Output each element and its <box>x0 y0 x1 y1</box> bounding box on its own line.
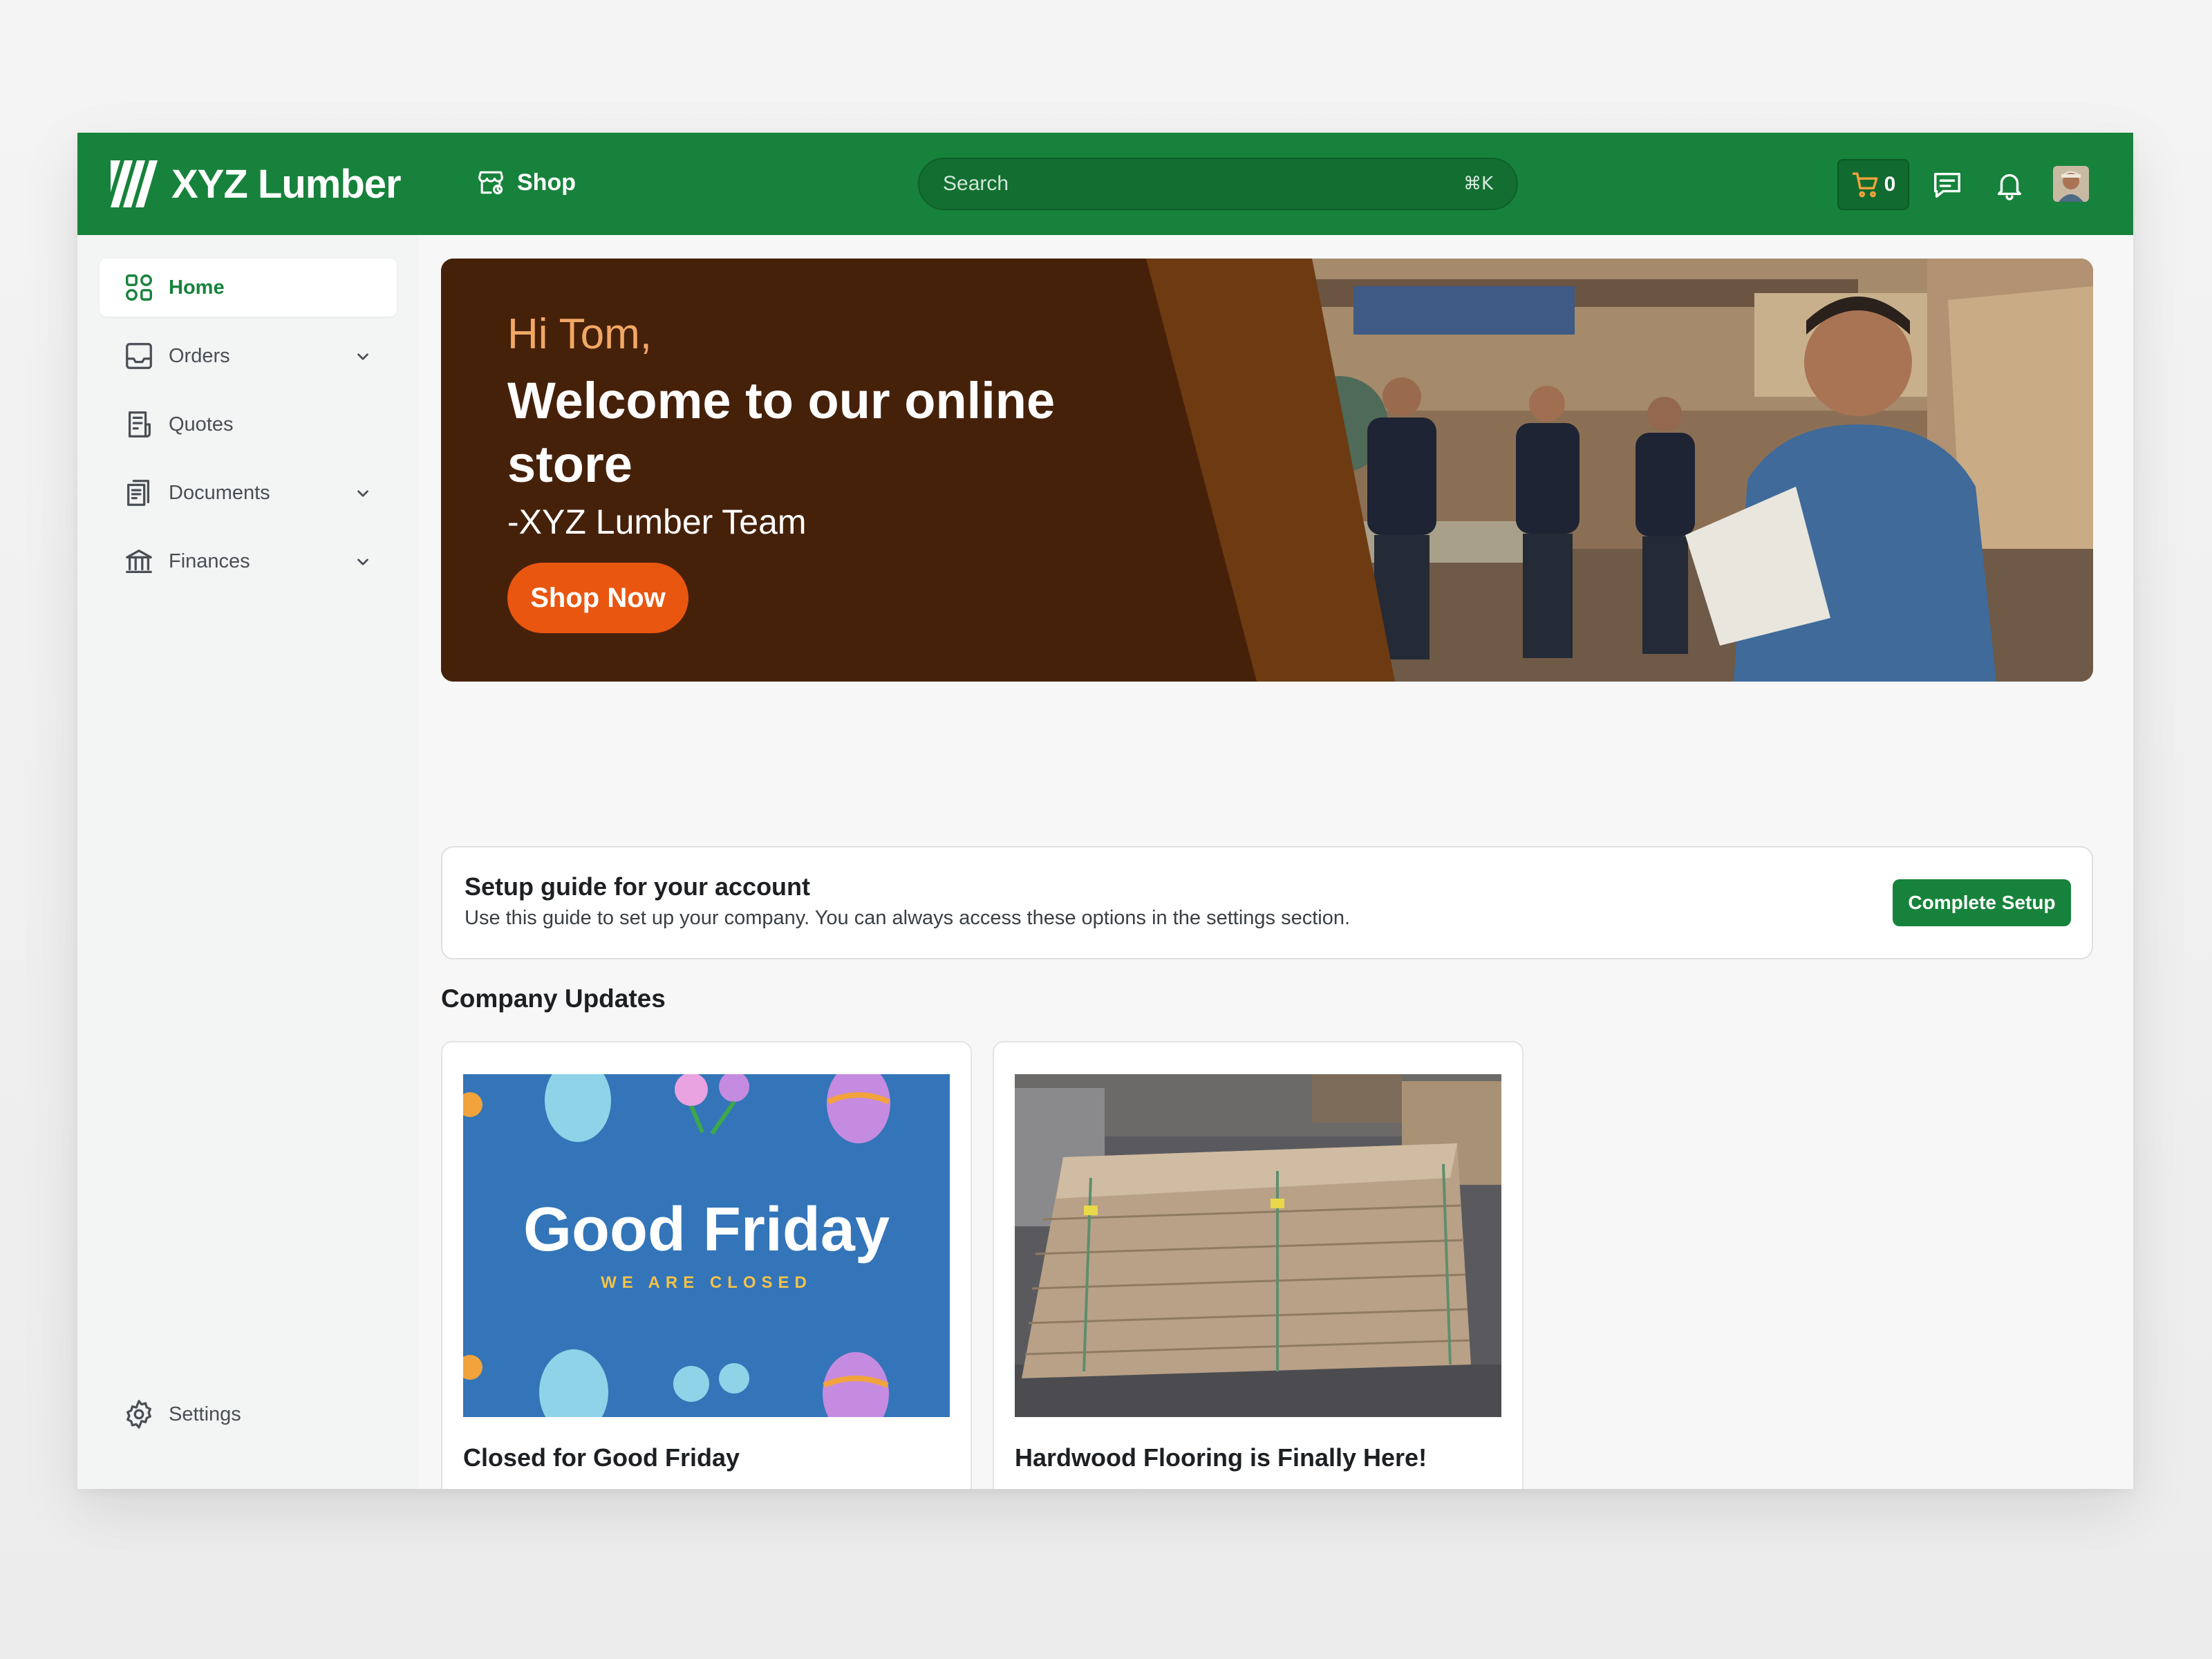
cart-icon <box>1852 172 1878 198</box>
hero-headline: Welcome to our online store <box>507 372 1056 493</box>
hero-greeting: Hi Tom, <box>507 310 653 358</box>
sidebar-item-quotes[interactable]: Quotes <box>100 395 397 453</box>
cart-button[interactable]: 0 <box>1837 159 1909 210</box>
bank-icon <box>126 550 152 573</box>
avatar[interactable] <box>2053 166 2089 202</box>
chevron-down-icon[interactable] <box>354 553 372 571</box>
sidebar-item-label: Quotes <box>169 413 234 435</box>
chevron-down-icon[interactable] <box>354 485 372 503</box>
update-card-body: We are happy to announce the introductio… <box>1015 1482 1501 1489</box>
brand-name: XYZ Lumber <box>171 161 402 207</box>
search-input[interactable] <box>943 172 1463 196</box>
app-window: XYZ Lumber Shop ⌘K 0 <box>77 133 2133 1489</box>
user-photo-icon <box>2053 166 2089 202</box>
shop-icon <box>478 171 504 195</box>
setup-guide-description: Use this guide to set up your company. Y… <box>465 907 1351 929</box>
shop-link[interactable]: Shop <box>476 167 576 198</box>
sidebar: Home Orders Quotes Documents Finances Se… <box>77 235 419 1489</box>
hero-signature: -XYZ Lumber Team <box>507 503 807 541</box>
sidebar-item-settings[interactable]: Settings <box>100 1385 397 1443</box>
sidebar-item-label: Settings <box>169 1403 241 1425</box>
welcome-banner: Hi Tom, Welcome to our online store -XYZ… <box>441 259 2093 682</box>
gear-icon <box>126 1400 151 1429</box>
top-bar: XYZ Lumber Shop ⌘K 0 <box>77 133 2133 235</box>
sidebar-item-finances[interactable]: Finances <box>100 532 397 590</box>
chevron-down-icon[interactable] <box>354 348 372 366</box>
search-bar[interactable]: ⌘K <box>918 158 1518 210</box>
shop-now-button[interactable]: Shop Now <box>507 563 688 633</box>
setup-guide-card: Setup guide for your account Use this gu… <box>441 846 2093 959</box>
good-friday-image-title: Good Friday <box>523 1195 890 1264</box>
search-shortcut: ⌘K <box>1463 174 1493 194</box>
brand-logo[interactable]: XYZ Lumber <box>111 160 402 207</box>
sidebar-item-home[interactable]: Home <box>100 259 397 317</box>
grid-icon <box>126 274 152 301</box>
hardwood-stack-image <box>1015 1074 1501 1417</box>
update-card-hardwood-flooring[interactable]: Hardwood Flooring is Finally Here! We ar… <box>993 1041 1524 1489</box>
documents-icon <box>127 480 150 506</box>
main-content: Hi Tom, Welcome to our online store -XYZ… <box>419 235 2133 1489</box>
good-friday-image-subtitle: WE ARE CLOSED <box>601 1273 812 1292</box>
bell-icon[interactable] <box>1994 169 2025 200</box>
sidebar-item-orders[interactable]: Orders <box>100 327 397 385</box>
sidebar-item-label: Finances <box>169 550 250 572</box>
sidebar-item-documents[interactable]: Documents <box>100 464 397 522</box>
logo-mark-icon <box>111 160 158 207</box>
complete-setup-button[interactable]: Complete Setup <box>1893 879 2071 926</box>
update-card-title: Closed for Good Friday <box>463 1443 740 1472</box>
inbox-icon <box>126 343 152 369</box>
messages-icon[interactable] <box>1931 169 1963 200</box>
quotes-icon <box>128 411 151 438</box>
company-updates-title: Company Updates <box>441 984 666 1013</box>
update-card-body: Please be advised that we will be closed… <box>463 1482 950 1489</box>
shop-link-label: Shop <box>517 169 576 196</box>
update-card-good-friday[interactable]: Good Friday WE ARE CLOSED Closed for Goo… <box>441 1041 972 1489</box>
setup-guide-title: Setup guide for your account <box>465 872 811 901</box>
update-card-title: Hardwood Flooring is Finally Here! <box>1015 1443 1427 1472</box>
sidebar-item-label: Home <box>169 276 225 299</box>
sidebar-item-label: Documents <box>169 481 270 504</box>
cart-count: 0 <box>1884 173 1896 196</box>
sidebar-item-label: Orders <box>169 344 230 367</box>
